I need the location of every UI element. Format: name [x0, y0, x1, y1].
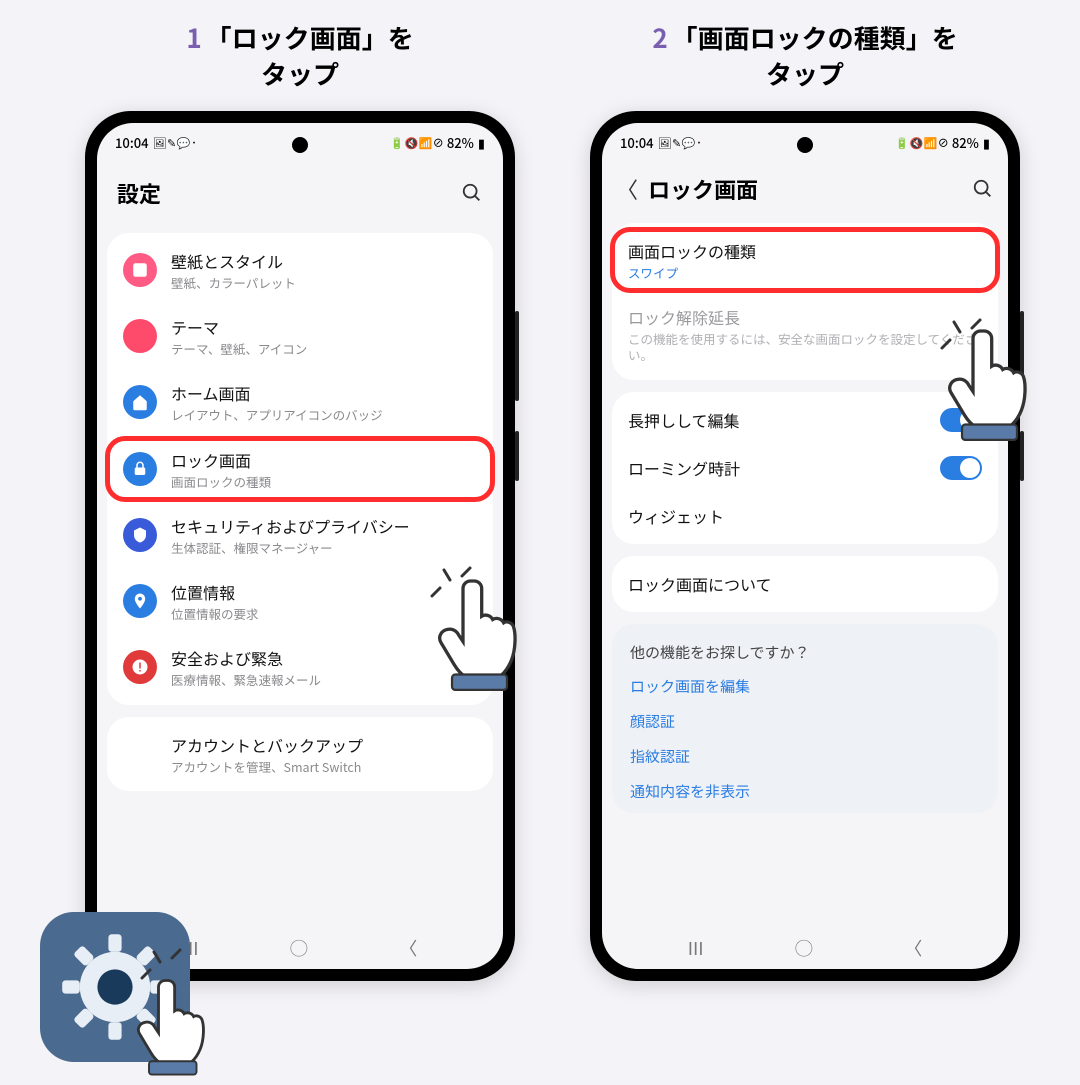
settings-row-lockscreen[interactable]: ロック画面画面ロックの種類: [107, 436, 493, 502]
battery-icon: ▮: [983, 133, 990, 152]
step-2: 2「画面ロックの種類」を タップ 10:04 🖼 ✎ 💬 · 🔋 🔇 📶 ⊘ 8…: [570, 20, 1040, 981]
camera-hole: [292, 137, 308, 153]
page-title: 設定: [117, 177, 161, 209]
lockscreen-header: 〈 ロック画面: [602, 157, 1008, 223]
page-title: ロック画面: [648, 173, 758, 205]
status-time: 10:04: [115, 133, 149, 152]
nav-recents-icon[interactable]: III: [688, 935, 704, 961]
wallpaper-icon: [123, 253, 157, 287]
settings-row-safety[interactable]: 安全および緊急医療情報、緊急速報メール: [107, 634, 493, 700]
step-title: 1「ロック画面」を タップ: [65, 20, 535, 93]
theme-icon: [123, 319, 157, 353]
android-navbar: III ◯ 〈: [602, 935, 1008, 961]
nav-back-icon[interactable]: 〈: [399, 935, 417, 961]
status-time: 10:04: [620, 133, 654, 152]
nav-back-icon[interactable]: 〈: [904, 935, 922, 961]
settings-row-home[interactable]: ホーム画面レイアウト、アプリアイコンのバッジ: [107, 369, 493, 435]
toggle-longpress[interactable]: [940, 408, 982, 432]
toggle-roaming[interactable]: [940, 456, 982, 480]
link-fingerprint[interactable]: 指紋認証: [612, 739, 998, 774]
phone-screen: 10:04 🖼 ✎ 💬 · 🔋 🔇 📶 ⊘ 82% ▮ 〈 ロック画面: [602, 123, 1008, 969]
step-number: 1: [186, 19, 201, 56]
tap-lines-icon: [430, 548, 480, 598]
row-longpress-edit[interactable]: 長押しして編集: [612, 396, 998, 444]
nav-home-icon[interactable]: ◯: [795, 935, 813, 961]
nav-home-icon[interactable]: ◯: [290, 935, 308, 961]
phone-screen: 10:04 🖼 ✎ 💬 · 🔋 🔇 📶 ⊘ 82% ▮ 設定 壁紙とスタイル壁紙…: [97, 123, 503, 969]
alert-icon: [123, 650, 157, 684]
status-right-icons: 🔋 🔇 📶 ⊘: [895, 135, 948, 151]
settings-group-1: 壁紙とスタイル壁紙、カラーパレット テーマテーマ、壁紙、アイコン ホーム画面レイ…: [107, 233, 493, 705]
camera-hole: [797, 137, 813, 153]
settings-header: 設定: [97, 157, 503, 233]
phone-frame: 10:04 🖼 ✎ 💬 · 🔋 🔇 📶 ⊘ 82% ▮ 設定 壁紙とスタイル壁紙…: [85, 111, 515, 981]
looking-for-heading: 他の機能をお探しですか？: [612, 628, 998, 669]
row-lock-type[interactable]: 画面ロックの種類スワイプ: [612, 227, 998, 293]
back-icon[interactable]: 〈: [616, 173, 638, 205]
link-hide-notif[interactable]: 通知内容を非表示: [612, 774, 998, 809]
settings-row-accounts[interactable]: アカウントとバックアップアカウントを管理、Smart Switch: [107, 721, 493, 787]
status-left-icons: 🖼 ✎ 💬 ·: [153, 135, 197, 151]
step-title: 2「画面ロックの種類」を タップ: [570, 20, 1040, 93]
row-about-lockscreen[interactable]: ロック画面について: [612, 560, 998, 608]
step-1: 1「ロック画面」を タップ 10:04 🖼 ✎ 💬 · 🔋 🔇 📶 ⊘ 82% …: [65, 20, 535, 981]
settings-row-theme[interactable]: テーマテーマ、壁紙、アイコン: [107, 303, 493, 369]
step-number: 2: [652, 19, 667, 56]
lock-icon: [123, 452, 157, 486]
search-icon[interactable]: [972, 178, 994, 200]
pin-icon: [123, 584, 157, 618]
card-about: ロック画面について: [612, 556, 998, 612]
search-icon[interactable]: [461, 182, 483, 204]
status-battery: 82%: [952, 133, 979, 152]
shield-icon: [123, 518, 157, 552]
tap-hand-icon: [130, 971, 225, 1085]
row-roaming-clock[interactable]: ローミング時計: [612, 444, 998, 492]
battery-icon: ▮: [478, 133, 485, 152]
home-icon: [123, 385, 157, 419]
status-battery: 82%: [447, 133, 474, 152]
settings-group-2: アカウントとバックアップアカウントを管理、Smart Switch: [107, 717, 493, 791]
phone-frame: 10:04 🖼 ✎ 💬 · 🔋 🔇 📶 ⊘ 82% ▮ 〈 ロック画面: [590, 111, 1020, 981]
row-widgets[interactable]: ウィジェット: [612, 492, 998, 540]
status-left-icons: 🖼 ✎ 💬 ·: [658, 135, 702, 151]
card-looking-for: 他の機能をお探しですか？ ロック画面を編集 顔認証 指紋認証 通知内容を非表示: [612, 624, 998, 813]
link-face-auth[interactable]: 顔認証: [612, 704, 998, 739]
status-right-icons: 🔋 🔇 📶 ⊘: [390, 135, 443, 151]
tap-lines-icon: [940, 300, 990, 350]
link-edit-lockscreen[interactable]: ロック画面を編集: [612, 669, 998, 704]
settings-row-wallpaper[interactable]: 壁紙とスタイル壁紙、カラーパレット: [107, 237, 493, 303]
card-toggles: 長押しして編集 ローミング時計 ウィジェット: [612, 392, 998, 544]
